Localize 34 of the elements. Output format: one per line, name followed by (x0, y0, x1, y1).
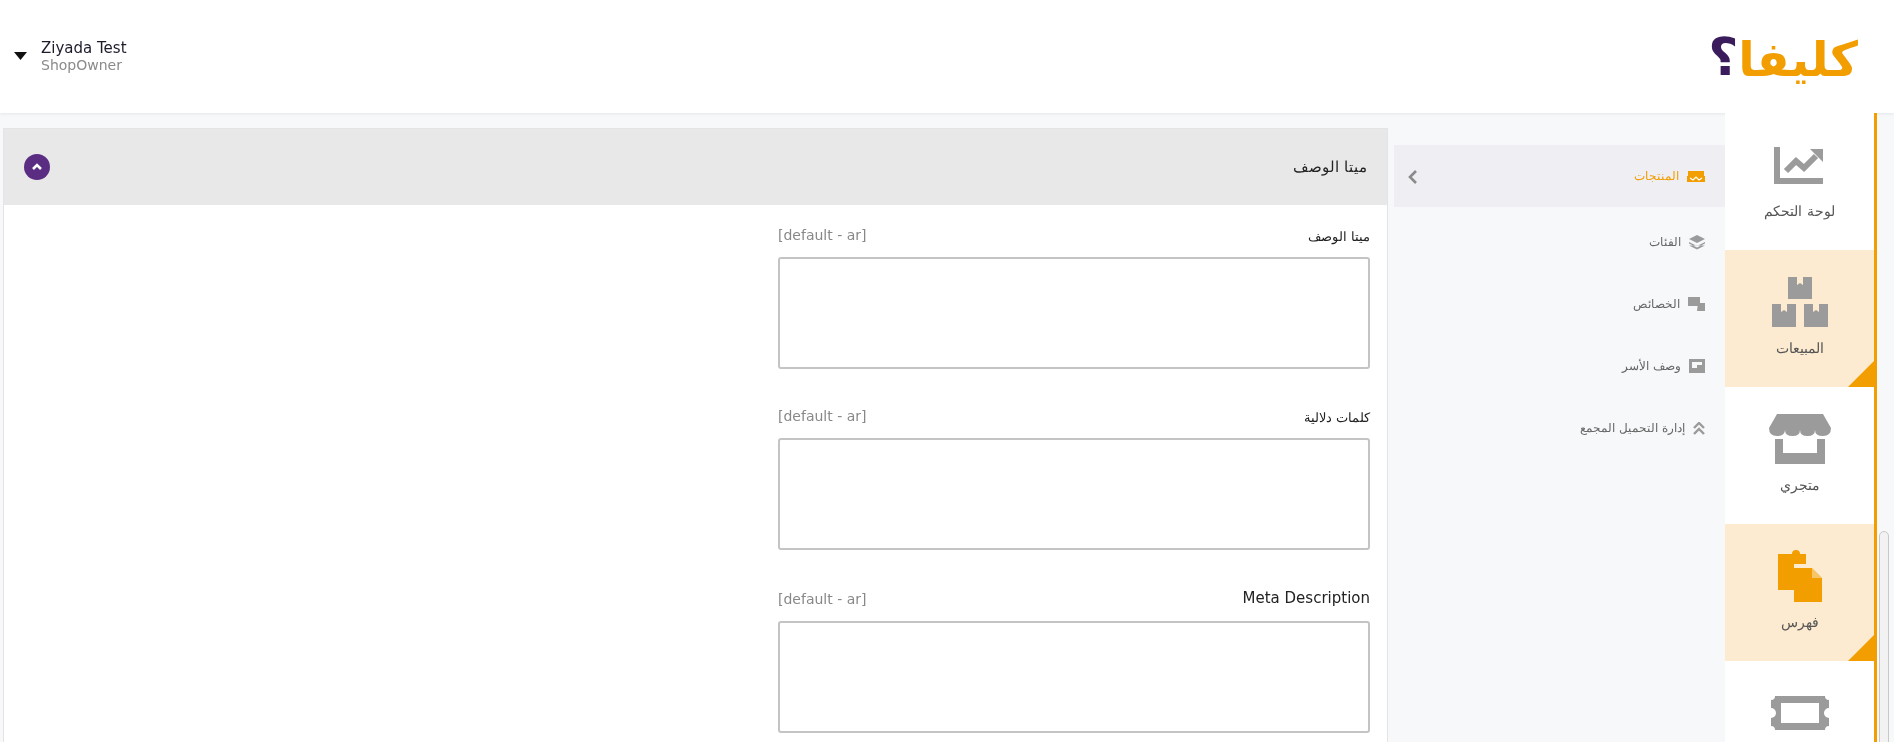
frame-icon (1689, 359, 1705, 373)
user-name: Ziyada Test (41, 39, 127, 58)
collapse-button[interactable] (24, 154, 50, 180)
nav-item[interactable]: المبيعات (1725, 250, 1874, 387)
menu-item[interactable]: الفئات (1394, 211, 1725, 273)
text-area[interactable] (778, 620, 1370, 733)
chevron-up-icon (31, 163, 43, 171)
clipboard-icon (1777, 550, 1822, 602)
menu-item[interactable]: إدارة التحميل المجمع (1394, 397, 1725, 459)
text-area[interactable] (778, 257, 1370, 369)
section-header[interactable]: ميتا الوصف (4, 129, 1387, 205)
chevron-left-icon[interactable] (1408, 168, 1418, 185)
section-title: ميتا الوصف (1293, 156, 1367, 178)
box-icon (1687, 169, 1705, 183)
field-label: كلمات دلالية (1303, 408, 1370, 427)
language-hint: [default - ar] (778, 407, 867, 426)
boxes-icon (1771, 277, 1828, 327)
layers-icon (1689, 234, 1705, 250)
menu-item[interactable]: الخصائص (1394, 273, 1725, 335)
logo[interactable]: ؟كليفا (1708, 30, 1858, 83)
language-hint: [default - ar] (778, 226, 867, 245)
tags-icon (1688, 297, 1705, 311)
menu-item[interactable]: وصف الأسر (1394, 335, 1725, 397)
chart-icon (1773, 145, 1826, 185)
text-area[interactable] (778, 438, 1370, 550)
store-icon (1768, 414, 1831, 464)
user-role: ShopOwner (41, 57, 123, 74)
dropdown-caret-icon[interactable] (14, 52, 27, 61)
field-label: Meta Description (1242, 588, 1370, 609)
language-hint: [default - ar] (778, 589, 867, 609)
nav-item[interactable]: فهرس (1725, 524, 1874, 661)
ticket-icon (1770, 696, 1829, 730)
double-chevron-up-icon (1693, 421, 1705, 435)
field-label: ميتا الوصف (1307, 227, 1370, 246)
